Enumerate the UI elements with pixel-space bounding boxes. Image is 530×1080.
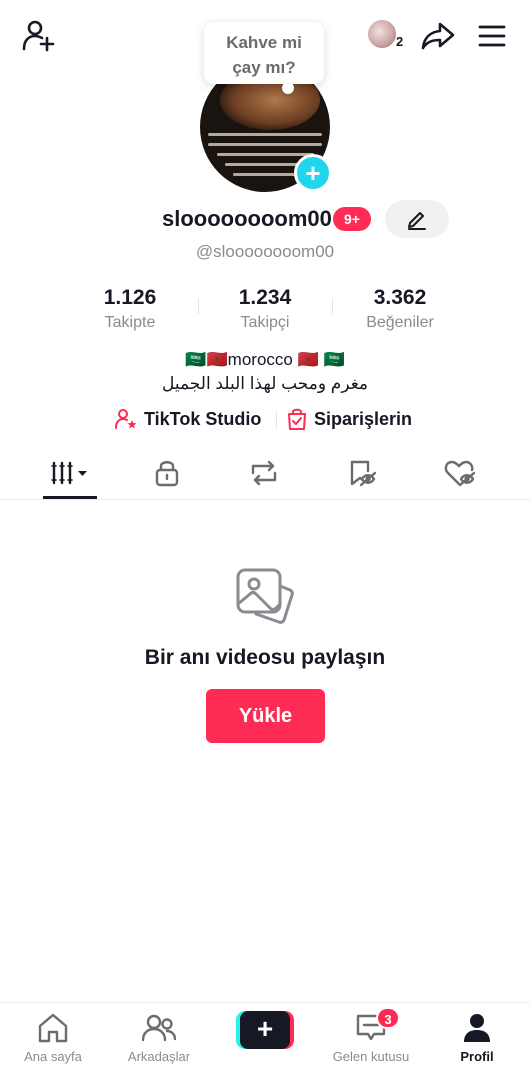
stat-value: 1.126 xyxy=(103,286,157,309)
tab-reposts[interactable] xyxy=(211,448,317,498)
nav-friends-label: Arkadaşlar xyxy=(127,1049,191,1064)
profile-links: TikTok Studio Siparişlerin xyxy=(0,404,530,434)
bottom-navigation: Ana sayfa Arkadaşlar + Gelen kutusu 3 Pr… xyxy=(0,1002,530,1080)
stat-label: Takipte xyxy=(104,314,156,331)
edit-profile-button[interactable] xyxy=(385,200,449,238)
stat-label: Takipçi xyxy=(240,314,290,331)
repost-icon xyxy=(251,460,277,486)
nav-profile[interactable]: Profil xyxy=(424,1011,530,1071)
inbox-count-badge: 3 xyxy=(376,1007,400,1029)
bio-line1: 🇸🇦🇲🇦morocco 🇲🇦 🇸🇦 xyxy=(185,350,345,369)
friends-count: 2 xyxy=(396,34,404,49)
nav-home-label: Ana sayfa xyxy=(24,1049,82,1064)
stat-value: 3.362 xyxy=(373,286,427,309)
stat-value: 1.234 xyxy=(238,286,292,309)
profile-bio: 🇸🇦🇲🇦morocco 🇲🇦 🇸🇦 مغرم ومحب لهذا البلد ا… xyxy=(0,348,530,396)
nav-home[interactable]: Ana sayfa xyxy=(0,1011,106,1071)
friend-avatar xyxy=(366,18,398,50)
add-friend-button[interactable] xyxy=(18,16,58,56)
photos-icon xyxy=(236,568,294,624)
bubble-text-line2: çay mı? xyxy=(232,58,296,77)
friends-icon xyxy=(142,1014,176,1042)
home-icon xyxy=(38,1013,68,1043)
share-profile-button[interactable] xyxy=(418,16,458,56)
liked-heart-icon xyxy=(444,460,476,487)
create-button[interactable]: + xyxy=(236,1011,294,1049)
create-plus-icon: + xyxy=(240,1011,290,1049)
bio-line2: مغرم ومحب لهذا البلد الجميل xyxy=(161,374,369,393)
upload-button[interactable]: Yükle xyxy=(206,689,325,743)
orders-label: Siparişlerin xyxy=(314,408,413,429)
nav-friends[interactable]: Arkadaşlar xyxy=(106,1011,212,1071)
lock-icon xyxy=(155,461,179,487)
stats-row: 1.126 Takipte 1.234 Takipçi 3.362 Beğeni… xyxy=(60,286,470,336)
share-arrow-icon xyxy=(421,22,455,50)
add-avatar-plus-icon[interactable]: + xyxy=(294,154,332,192)
stat-label: Beğeniler xyxy=(366,314,434,331)
display-name: sloooooooom00 xyxy=(162,206,332,231)
link-divider xyxy=(276,412,277,428)
active-tab-indicator xyxy=(43,496,97,499)
add-user-icon xyxy=(22,20,55,52)
orders-link[interactable]: Siparişlerin xyxy=(286,404,412,434)
bubble-text-line1: Kahve mi xyxy=(226,33,302,52)
nav-inbox[interactable]: Gelen kutusu xyxy=(318,1011,424,1071)
tab-private[interactable] xyxy=(114,448,220,498)
pencil-icon xyxy=(408,212,426,230)
nav-inbox-label: Gelen kutusu xyxy=(332,1049,410,1064)
username-handle: @sloooooooom00 xyxy=(195,242,335,261)
hamburger-menu-icon xyxy=(478,25,506,47)
tab-videos[interactable] xyxy=(17,448,123,498)
bubble-tail xyxy=(282,82,294,94)
tab-favorites[interactable] xyxy=(310,448,416,498)
name-row: sloooooooom00 xyxy=(0,200,530,240)
studio-user-star-icon xyxy=(115,409,137,429)
favorites-icon xyxy=(350,460,377,487)
stat-likes[interactable]: 3.362 Beğeniler xyxy=(332,286,468,332)
tiktok-studio-label: TikTok Studio xyxy=(144,408,262,429)
shopping-bag-icon xyxy=(288,408,306,430)
tiktok-studio-link[interactable]: TikTok Studio xyxy=(114,404,261,434)
tab-liked[interactable] xyxy=(407,448,513,498)
stat-followers[interactable]: 1.234 Takipçi xyxy=(197,286,333,332)
notification-badge[interactable]: 9+ xyxy=(333,207,371,231)
nav-profile-label: Profil xyxy=(460,1049,494,1064)
videos-grid-icon xyxy=(51,461,87,485)
menu-button[interactable] xyxy=(472,16,512,56)
friends-activity-button[interactable]: 2 xyxy=(366,16,410,56)
profile-icon xyxy=(464,1014,490,1042)
thought-bubble[interactable]: Kahve mi çay mı? xyxy=(204,22,324,84)
empty-state-title: Bir anı videosu paylaşın xyxy=(144,646,386,669)
content-tabs xyxy=(0,448,530,500)
stat-following[interactable]: 1.126 Takipte xyxy=(62,286,198,332)
